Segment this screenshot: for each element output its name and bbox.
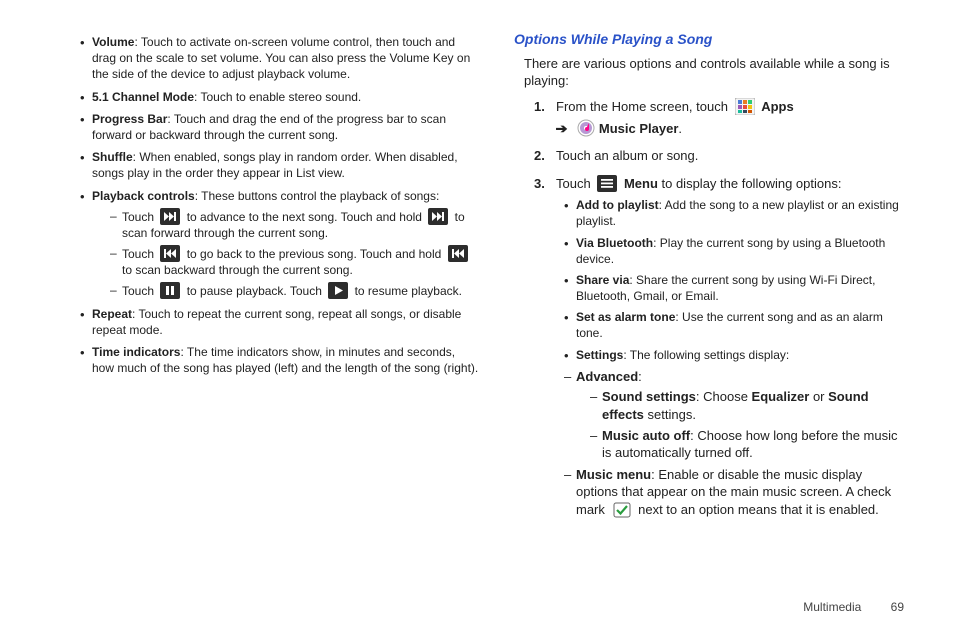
play-icon — [328, 282, 348, 299]
sub-sound-settings: Sound settings: Choose Equalizer or Soun… — [590, 388, 904, 423]
t: to go back to the previous song. Touch a… — [183, 247, 444, 261]
label: Music auto off — [602, 428, 690, 443]
opt-add-to-playlist: Add to playlist: Add the song to a new p… — [564, 197, 904, 229]
item-volume: Volume: Touch to activate on-screen volu… — [80, 34, 480, 83]
label: Progress Bar — [92, 112, 167, 126]
t: From the Home screen, touch — [556, 99, 732, 114]
item-repeat: Repeat: Touch to repeat the current song… — [80, 306, 480, 338]
arrow-icon: ➔ — [555, 120, 567, 138]
menu-label: Menu — [624, 176, 658, 191]
text: : Touch to repeat the current song, repe… — [92, 307, 461, 337]
opt-share-via: Share via: Share the current song by usi… — [564, 272, 904, 304]
sub-advanced: Advanced: Sound settings: Choose Equaliz… — [564, 368, 904, 462]
opt-alarm-tone: Set as alarm tone: Use the current song … — [564, 309, 904, 341]
t: to scan backward through the current son… — [122, 263, 353, 277]
apps-icon — [735, 98, 755, 115]
opt-settings: Settings: The following settings display… — [564, 347, 904, 363]
right-column: Options While Playing a Song There are v… — [514, 30, 904, 616]
playback-sublist: Touch to advance to the next song. Touch… — [92, 208, 480, 300]
checkmark-icon — [612, 501, 632, 518]
text: : These buttons control the playback of … — [195, 189, 440, 203]
label: Time indicators — [92, 345, 180, 359]
label: Settings — [576, 348, 623, 362]
sub-music-auto-off: Music auto off: Choose how long before t… — [590, 427, 904, 462]
t: to display the following options: — [658, 176, 842, 191]
intro-text: There are various options and controls a… — [524, 55, 904, 90]
next-icon — [428, 208, 448, 225]
prev-icon — [448, 245, 468, 262]
label: Shuffle — [92, 150, 133, 164]
feature-list: Volume: Touch to activate on-screen volu… — [80, 34, 480, 376]
t: Touch — [122, 284, 157, 298]
sub-pause: Touch to pause playback. Touch to resume… — [110, 282, 480, 299]
label: Advanced — [576, 369, 638, 384]
t: settings. — [644, 407, 696, 422]
label: Set as alarm tone — [576, 310, 675, 324]
music-player-icon — [576, 120, 596, 137]
label: Share via — [576, 273, 629, 287]
item-time-indicators: Time indicators: The time indicators sho… — [80, 344, 480, 376]
steps-list: From the Home screen, touch Apps ➔ Music… — [514, 98, 904, 518]
sub-music-menu: Music menu: Enable or disable the music … — [564, 466, 904, 519]
text: : Touch to enable stereo sound. — [194, 90, 361, 104]
period: . — [678, 120, 682, 138]
t: next to an option means that it is enabl… — [635, 502, 879, 517]
sub-prev: Touch to go back to the previous song. T… — [110, 245, 480, 278]
label: Add to playlist — [576, 198, 659, 212]
label: Volume — [92, 35, 134, 49]
prev-icon — [160, 245, 180, 262]
t: Touch — [122, 247, 157, 261]
label: Sound settings — [602, 389, 696, 404]
item-playback-controls: Playback controls: These buttons control… — [80, 188, 480, 300]
advanced-sublist: Sound settings: Choose Equalizer or Soun… — [576, 388, 904, 461]
menu-options: Add to playlist: Add the song to a new p… — [556, 197, 904, 363]
t: Touch an album or song. — [556, 148, 698, 163]
label: 5.1 Channel Mode — [92, 90, 194, 104]
label: Music menu — [576, 467, 651, 482]
page-number: 69 — [891, 600, 904, 614]
next-icon — [160, 208, 180, 225]
label: Playback controls — [92, 189, 195, 203]
t: to resume playback. — [351, 284, 462, 298]
section-name: Multimedia — [803, 600, 861, 614]
page: Volume: Touch to activate on-screen volu… — [0, 0, 954, 636]
opt-via-bluetooth: Via Bluetooth: Play the current song by … — [564, 235, 904, 267]
step-1-line2: ➔ Music Player. — [556, 120, 904, 138]
t: Touch — [556, 176, 594, 191]
music-player-label: Music Player — [599, 120, 679, 138]
step-2: Touch an album or song. — [534, 147, 904, 165]
label: Repeat — [92, 307, 132, 321]
t: to pause playback. Touch — [183, 284, 325, 298]
pause-icon — [160, 282, 180, 299]
t: or — [809, 389, 828, 404]
menu-icon — [597, 175, 617, 192]
text: : The following settings display: — [623, 348, 789, 362]
section-heading: Options While Playing a Song — [514, 30, 904, 49]
eq: Equalizer — [752, 389, 810, 404]
item-channel-mode: 5.1 Channel Mode: Touch to enable stereo… — [80, 89, 480, 105]
item-progress-bar: Progress Bar: Touch and drag the end of … — [80, 111, 480, 143]
page-footer: Multimedia 69 — [803, 600, 904, 614]
label: Via Bluetooth — [576, 236, 653, 250]
settings-sublist: Advanced: Sound settings: Choose Equaliz… — [556, 368, 904, 518]
apps-label: Apps — [761, 99, 794, 114]
colon: : — [638, 369, 642, 384]
step-3: Touch Menu to display the following opti… — [534, 175, 904, 519]
t: : Choose — [696, 389, 752, 404]
t: Touch — [122, 210, 157, 224]
text: : Touch to activate on-screen volume con… — [92, 35, 470, 81]
step-1: From the Home screen, touch Apps ➔ Music… — [534, 98, 904, 137]
sub-next: Touch to advance to the next song. Touch… — [110, 208, 480, 241]
left-column: Volume: Touch to activate on-screen volu… — [80, 30, 480, 616]
t: to advance to the next song. Touch and h… — [183, 210, 425, 224]
item-shuffle: Shuffle: When enabled, songs play in ran… — [80, 149, 480, 181]
text: : When enabled, songs play in random ord… — [92, 150, 458, 180]
